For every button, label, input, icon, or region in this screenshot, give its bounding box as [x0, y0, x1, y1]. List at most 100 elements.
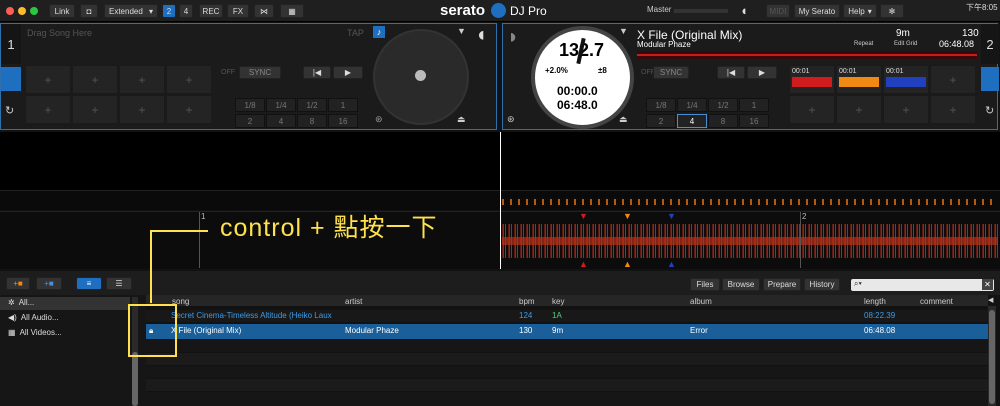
add-smart-crate-icon[interactable]: +■: [36, 277, 62, 290]
sampler-icon[interactable]: ⋈: [254, 4, 274, 18]
sync-button[interactable]: SYNC: [653, 66, 689, 79]
grid-icon[interactable]: ▦: [280, 4, 304, 18]
beat-jump-4[interactable]: 4: [266, 114, 296, 128]
cue-pad[interactable]: +: [119, 95, 165, 124]
table-row[interactable]: [146, 340, 988, 352]
beat-jump-1-4[interactable]: 1/4: [677, 98, 707, 112]
play-icon[interactable]: ▶: [747, 66, 777, 79]
vinyl-settings-icon[interactable]: ⊛: [375, 114, 383, 125]
deck-shield-icon[interactable]: [981, 67, 999, 91]
eject-icon[interactable]: ⏏: [457, 114, 466, 125]
midi-button[interactable]: MIDI: [766, 4, 790, 18]
beat-jump-16[interactable]: 16: [739, 114, 769, 128]
table-row[interactable]: Secret Cinema-Timeless Altitude (Heiko L…: [146, 310, 988, 322]
beat-jump-1[interactable]: 1: [328, 98, 358, 112]
fx-button[interactable]: FX: [227, 4, 249, 18]
beat-jump-2[interactable]: 2: [646, 114, 676, 128]
prepare-tab[interactable]: Prepare: [763, 278, 801, 291]
add-crate-icon[interactable]: +■: [6, 277, 30, 290]
chevron-down-icon[interactable]: ▼: [619, 26, 628, 36]
sidebar-item-all[interactable]: ✲ All...: [8, 298, 34, 307]
pitch-knob-icon[interactable]: ◗: [507, 26, 519, 49]
beat-jump-1-2[interactable]: 1/2: [297, 98, 327, 112]
detail-view-icon[interactable]: ☰: [106, 277, 132, 290]
column-key[interactable]: key: [552, 297, 564, 306]
beat-jump-8[interactable]: 8: [708, 114, 738, 128]
settings-gear-icon[interactable]: ✻: [880, 4, 904, 18]
clear-search-icon[interactable]: ✕: [982, 279, 993, 290]
column-length[interactable]: length: [864, 297, 886, 306]
skip-to-start-icon[interactable]: |◀: [303, 66, 331, 79]
cue-pad[interactable]: +: [25, 65, 71, 94]
table-row[interactable]: [146, 353, 988, 365]
deck-2-button[interactable]: 2: [162, 4, 176, 18]
column-artist[interactable]: artist: [345, 297, 362, 306]
cue-pad-1[interactable]: 00:01: [789, 65, 835, 94]
close-window-icon[interactable]: [6, 7, 14, 15]
beat-jump-1-4[interactable]: 1/4: [266, 98, 296, 112]
sidebar-item-all-videos[interactable]: ▦ All Videos...: [8, 328, 62, 337]
my-serato-button[interactable]: My Serato: [794, 4, 840, 18]
cue-pad-2[interactable]: 00:01: [836, 65, 882, 94]
beat-jump-1[interactable]: 1: [739, 98, 769, 112]
minimize-window-icon[interactable]: [18, 7, 26, 15]
help-button[interactable]: Help ▾: [843, 4, 877, 18]
cue-pad[interactable]: +: [930, 95, 976, 124]
beat-jump-1-8[interactable]: 1/8: [646, 98, 676, 112]
beat-jump-1-2[interactable]: 1/2: [708, 98, 738, 112]
vinyl-settings-icon[interactable]: ⊛: [507, 114, 515, 125]
link-button[interactable]: Link: [49, 4, 75, 18]
skip-to-start-icon[interactable]: |◀: [717, 66, 745, 79]
cue-pad[interactable]: +: [930, 65, 976, 94]
table-scrollbar[interactable]: [988, 306, 996, 406]
cue-pad[interactable]: +: [166, 65, 212, 94]
cue-pad[interactable]: +: [72, 95, 118, 124]
cue-pad[interactable]: +: [789, 95, 835, 124]
files-tab[interactable]: Files: [690, 278, 720, 291]
column-bpm[interactable]: bpm: [519, 297, 535, 306]
master-knob-icon[interactable]: ◖: [740, 3, 748, 18]
beat-jump-1-8[interactable]: 1/8: [235, 98, 265, 112]
history-tab[interactable]: History: [804, 278, 840, 291]
mode-select[interactable]: Extended ▾: [104, 4, 158, 18]
eject-icon[interactable]: ⏏: [619, 114, 628, 125]
table-row[interactable]: [146, 379, 988, 391]
column-options-icon[interactable]: ◀: [988, 296, 993, 304]
track-overview-waveform[interactable]: [637, 51, 977, 59]
column-comment[interactable]: comment: [920, 297, 953, 306]
deck-shield-icon[interactable]: [1, 67, 21, 91]
play-icon[interactable]: ▶: [333, 66, 363, 79]
cue-pad[interactable]: +: [25, 95, 71, 124]
table-row[interactable]: [146, 392, 988, 406]
beat-jump-2[interactable]: 2: [235, 114, 265, 128]
cue-pad[interactable]: +: [166, 95, 212, 124]
edit-grid-button[interactable]: Edit Grid: [894, 41, 917, 47]
list-view-icon[interactable]: ≡: [76, 277, 102, 290]
table-row[interactable]: [146, 366, 988, 378]
column-album[interactable]: album: [690, 297, 712, 306]
sidebar-item-all-audio[interactable]: ◀) All Audio...: [8, 313, 59, 322]
pitch-knob-icon[interactable]: ◖: [475, 24, 487, 47]
chevron-down-icon[interactable]: ▼: [457, 26, 466, 36]
browse-tab[interactable]: Browse: [722, 278, 760, 291]
beat-jump-4[interactable]: 4: [677, 114, 707, 128]
sync-cycle-icon[interactable]: ↻: [5, 104, 14, 117]
tap-label[interactable]: TAP: [347, 28, 364, 38]
music-note-icon[interactable]: ♪: [373, 26, 385, 38]
deck-4-button[interactable]: 4: [179, 4, 193, 18]
cue-pad[interactable]: +: [119, 65, 165, 94]
sync-cycle-icon[interactable]: ↻: [985, 104, 994, 117]
maximize-window-icon[interactable]: [30, 7, 38, 15]
table-row-selected[interactable]: 🔒︎ X File (Original Mix) Modular Phaze 1…: [146, 324, 988, 339]
cue-pad[interactable]: +: [836, 95, 882, 124]
cue-pad[interactable]: +: [883, 95, 929, 124]
shield-icon[interactable]: ◘: [80, 4, 98, 18]
beat-jump-8[interactable]: 8: [297, 114, 327, 128]
beat-jump-16[interactable]: 16: [328, 114, 358, 128]
cue-pad[interactable]: +: [72, 65, 118, 94]
repeat-toggle[interactable]: Repeat: [854, 41, 873, 47]
sync-button[interactable]: SYNC: [239, 66, 281, 79]
cue-pad-3[interactable]: 00:01: [883, 65, 929, 94]
search-input[interactable]: ⌕▾ ✕: [851, 279, 994, 291]
rec-button[interactable]: REC: [199, 4, 223, 18]
